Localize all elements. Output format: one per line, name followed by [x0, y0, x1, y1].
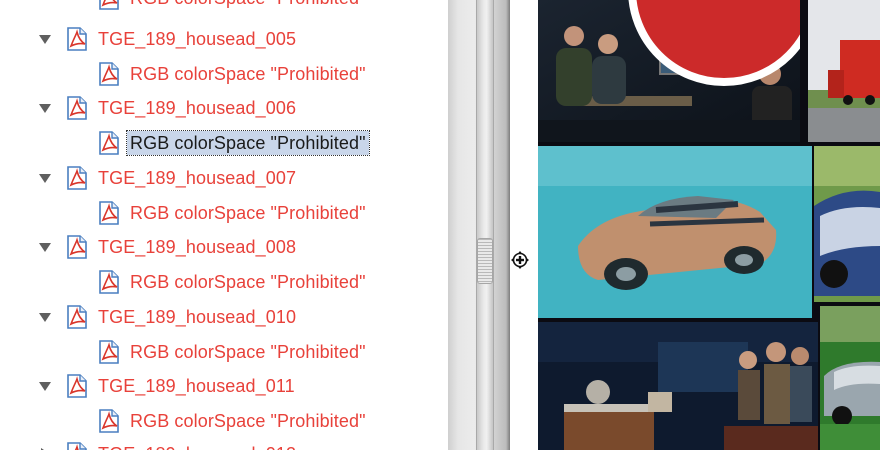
pdf-document-icon — [96, 269, 122, 295]
tree-row-issue[interactable]: RGB colorSpace "Prohibited" — [96, 268, 366, 296]
pdf-document-icon — [64, 441, 90, 450]
car-grass-photo — [820, 306, 880, 450]
tree-row-label: RGB colorSpace "Prohibited" — [130, 342, 366, 362]
tree-row-issue-selected[interactable]: RGB colorSpace "Prohibited" — [96, 129, 370, 157]
preview-gutter — [510, 0, 538, 450]
pdf-document-icon — [96, 61, 122, 87]
tree-row-issue[interactable]: RGB colorSpace "Prohibited" — [96, 0, 366, 12]
pdf-document-icon — [96, 130, 122, 156]
pdf-document-icon — [64, 26, 90, 52]
disclosure-triangle-icon[interactable] — [36, 169, 54, 187]
disclosure-triangle-icon[interactable] — [36, 30, 54, 48]
pdf-document-icon — [96, 0, 122, 11]
tree-row-issue[interactable]: RGB colorSpace "Prohibited" — [96, 407, 366, 435]
tree-row-label: TGE_189_housead_008 — [98, 237, 297, 257]
tree-row-issue[interactable]: RGB colorSpace "Prohibited" — [96, 60, 366, 88]
tree-row-document[interactable]: TGE_189_housead_008 — [36, 233, 296, 261]
tree-row-document[interactable]: TGE_189_housead_006 — [36, 94, 296, 122]
tree-row-document[interactable]: TGE_189_housead_012 — [36, 440, 296, 450]
studio-photo — [538, 0, 800, 142]
disclosure-triangle-icon[interactable] — [36, 308, 54, 326]
tree-row-document[interactable]: TGE_189_housead_011 — [36, 372, 295, 400]
tree-row-document[interactable]: TGE_189_housead_010 — [36, 303, 296, 331]
pdf-document-icon — [96, 200, 122, 226]
tree-row-label: RGB colorSpace "Prohibited" — [130, 203, 366, 223]
car-photo — [538, 146, 812, 318]
pdf-document-icon — [64, 95, 90, 121]
tree-row-label: TGE_189_housead_010 — [98, 307, 297, 327]
disclosure-triangle-icon[interactable] — [36, 445, 54, 450]
tree-row-label: RGB colorSpace "Prohibited" — [130, 272, 366, 292]
page-preview — [538, 0, 880, 450]
tree-row-document[interactable]: TGE_189_housead_005 — [36, 25, 296, 53]
disclosure-triangle-icon[interactable] — [36, 238, 54, 256]
pdf-document-icon — [64, 165, 90, 191]
pdf-document-icon — [64, 304, 90, 330]
tree-row-document[interactable]: TGE_189_housead_007 — [36, 164, 296, 192]
tree-row-issue[interactable]: RGB colorSpace "Prohibited" — [96, 338, 366, 366]
road-truck-photo — [802, 0, 880, 142]
pdf-document-icon — [96, 339, 122, 365]
tree-row-label: RGB colorSpace "Prohibited" — [130, 0, 366, 10]
disclosure-triangle-icon[interactable] — [36, 377, 54, 395]
pdf-document-icon — [96, 408, 122, 434]
tree-row-issue[interactable]: RGB colorSpace "Prohibited" — [96, 199, 366, 227]
blue-car-photo — [814, 146, 880, 302]
resize-cursor-icon — [510, 250, 530, 270]
tree-row-label: RGB colorSpace "Prohibited" — [130, 411, 366, 431]
tree-row-label: RGB colorSpace "Prohibited" — [130, 64, 366, 84]
tree-row-label: RGB colorSpace "Prohibited" — [126, 130, 370, 156]
tree-row-label: TGE_189_housead_005 — [98, 29, 297, 49]
pdf-document-icon — [64, 234, 90, 260]
preflight-results-tree: RGB colorSpace "Prohibited" TGE_189_hous… — [0, 0, 448, 450]
tree-row-label: TGE_189_housead_007 — [98, 168, 297, 188]
tree-row-label: TGE_189_housead_012 — [98, 442, 296, 450]
disclosure-triangle-icon[interactable] — [36, 99, 54, 117]
vertical-scrollbar-track[interactable] — [476, 0, 494, 450]
pdf-document-icon — [64, 373, 90, 399]
splitter-grip-handle[interactable] — [477, 238, 493, 284]
set-photo — [538, 322, 818, 450]
tree-row-label: TGE_189_housead_006 — [98, 98, 297, 118]
tree-row-label: TGE_189_housead_011 — [98, 376, 295, 396]
